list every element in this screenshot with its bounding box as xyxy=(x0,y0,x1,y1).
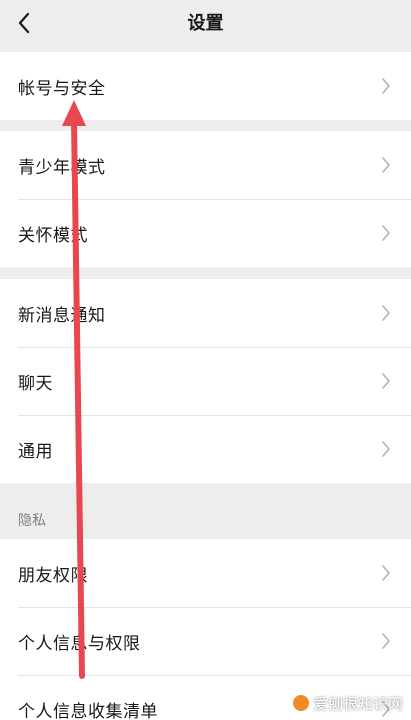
settings-item-general[interactable]: 通用 xyxy=(0,415,411,483)
settings-item-care-mode[interactable]: 关怀模式 xyxy=(0,199,411,267)
chevron-left-icon xyxy=(18,12,30,34)
settings-item-label: 新消息通知 xyxy=(18,305,106,326)
section-header-label: 隐私 xyxy=(18,513,46,529)
settings-item-label: 个人信息与权限 xyxy=(18,633,141,654)
chevron-right-icon xyxy=(382,157,390,173)
settings-item-personal-info-permissions[interactable]: 个人信息与权限 xyxy=(0,607,411,675)
chevron-right-icon xyxy=(382,633,390,649)
section-header-privacy: 隐私 xyxy=(0,484,411,539)
settings-item-label: 帐号与安全 xyxy=(18,78,106,99)
watermark-text: 爱刨根知识网 xyxy=(312,694,403,713)
settings-item-friend-permissions[interactable]: 朋友权限 xyxy=(0,539,411,607)
watermark: 爱刨根知识网 xyxy=(291,692,403,714)
watermark-logo-icon xyxy=(291,694,310,712)
chevron-right-icon xyxy=(382,441,390,457)
settings-item-label: 聊天 xyxy=(18,373,53,394)
settings-item-label: 关怀模式 xyxy=(18,225,88,246)
settings-item-chat[interactable]: 聊天 xyxy=(0,347,411,415)
settings-item-label: 朋友权限 xyxy=(18,565,88,586)
settings-group-general: 新消息通知 聊天 通用 xyxy=(0,279,411,483)
settings-item-account-security[interactable]: 帐号与安全 xyxy=(0,52,411,120)
settings-item-label: 青少年模式 xyxy=(18,157,106,178)
chevron-right-icon xyxy=(382,373,390,389)
settings-item-notifications[interactable]: 新消息通知 xyxy=(0,279,411,347)
settings-page: 设置 帐号与安全 青少年模式 关怀模式 新消息通知 聊天 通用 隐私 朋友权限 … xyxy=(0,0,411,720)
chevron-right-icon xyxy=(382,565,390,581)
settings-item-label: 通用 xyxy=(18,441,53,462)
chevron-right-icon xyxy=(382,225,390,241)
settings-group-modes: 青少年模式 关怀模式 xyxy=(0,131,411,267)
nav-bar: 设置 xyxy=(0,0,411,48)
page-title: 设置 xyxy=(187,13,224,34)
chevron-right-icon xyxy=(382,305,390,321)
settings-group-account: 帐号与安全 xyxy=(0,52,411,120)
settings-item-teen-mode[interactable]: 青少年模式 xyxy=(0,131,411,199)
chevron-right-icon xyxy=(382,78,390,94)
back-button[interactable] xyxy=(8,6,40,40)
settings-item-label: 个人信息收集清单 xyxy=(18,701,158,720)
